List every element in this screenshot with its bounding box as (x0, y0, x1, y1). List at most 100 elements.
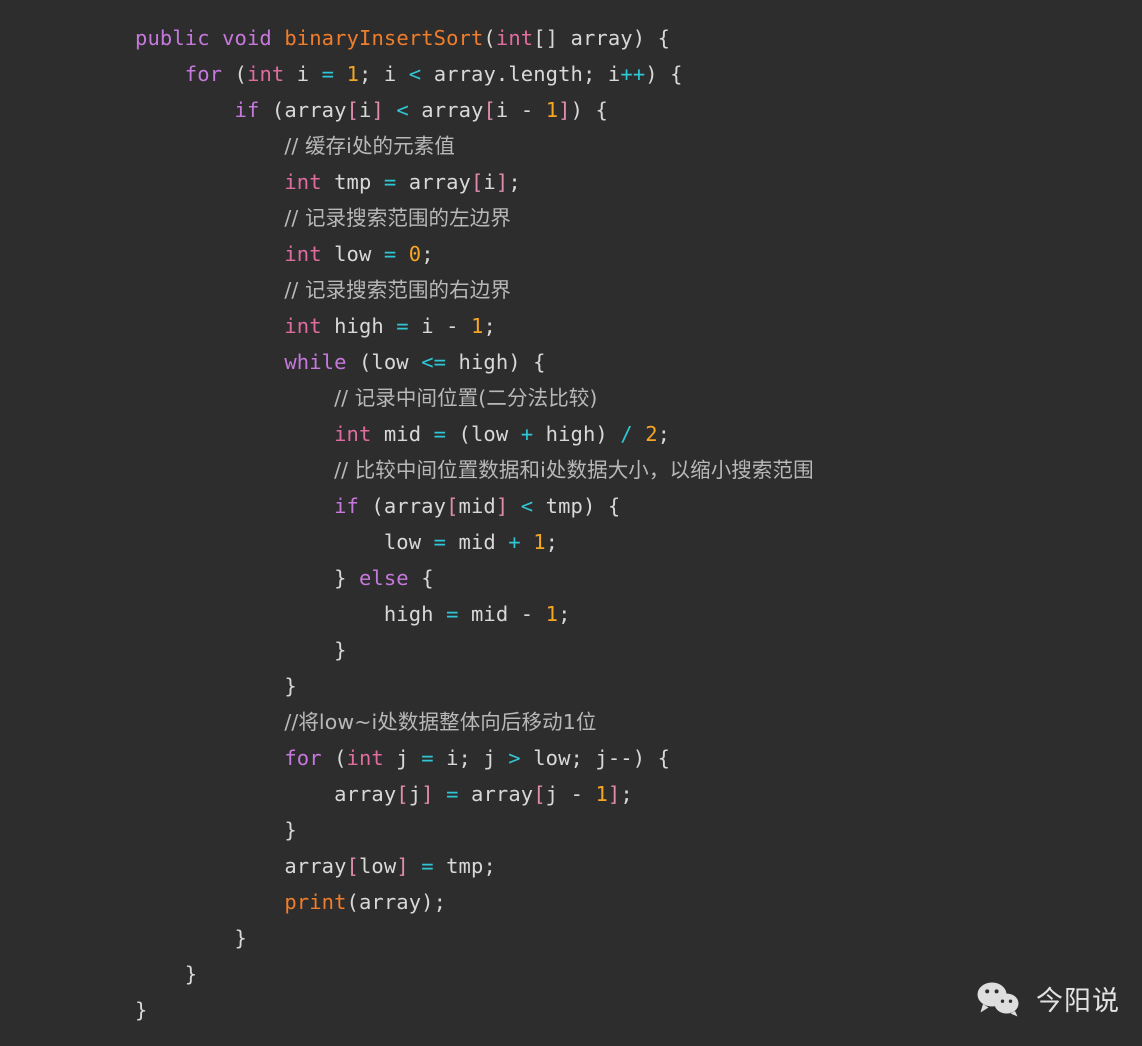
code-token-plain: j (408, 782, 422, 806)
code-line: array[low] = tmp; (135, 848, 814, 884)
code-token-plain: - (520, 98, 534, 122)
code-line: for (int i = 1; i < array.length; i++) { (135, 56, 814, 92)
code-token-method: binaryInsertSort (284, 26, 484, 50)
code-token-number: 1 (346, 62, 360, 86)
code-line: int mid = (low + high) / 2; (135, 416, 814, 452)
code-token-bracket: [ (446, 494, 459, 518)
code-token-bracket: [ (396, 782, 409, 806)
code-token-plain: mid (458, 494, 496, 518)
code-token-bracket: ] (495, 494, 509, 518)
code-token-keyword: else (358, 566, 409, 590)
code-token-punct: ; (483, 314, 496, 338)
code-token-operator: + (508, 530, 521, 554)
code-line: print(array); (135, 884, 814, 920)
code-token-type: int (284, 242, 322, 266)
code-token-punct: ; (421, 242, 434, 266)
code-token-operator: = (446, 602, 459, 626)
code-token-punct: ; (620, 782, 633, 806)
code-token-plain: - (520, 602, 534, 626)
code-token-punct: ; (558, 602, 571, 626)
code-token-plain: (array (259, 98, 347, 122)
wechat-icon (976, 981, 1022, 1017)
code-line: // 记录搜索范围的右边界 (135, 272, 814, 308)
code-token-operator: + (520, 422, 534, 446)
code-token-number: 1 (470, 314, 484, 338)
code-token-plain: - (570, 782, 584, 806)
code-token-punct: ; (545, 530, 559, 554)
code-line: //将low~i处数据整体向后移动1位 (135, 704, 814, 740)
code-line: for (int j = i; j > low; j--) { (135, 740, 814, 776)
code-token-plain: j (383, 746, 422, 770)
code-token-operator: > (508, 746, 521, 770)
code-line: } (135, 632, 814, 668)
watermark: 今阳说 (976, 979, 1120, 1018)
code-token-punct: } (135, 998, 148, 1022)
code-line: int low = 0; (135, 236, 814, 272)
code-token-number: 1 (545, 602, 559, 626)
code-token-bracket: ] (396, 854, 409, 878)
code-token-comment: //将low~i处数据整体向后移动1位 (284, 710, 597, 734)
code-token-number: 1 (595, 782, 608, 806)
code-token-plain: high (321, 314, 397, 338)
code-line: high = mid - 1; (135, 596, 814, 632)
code-token-punct: ) { (645, 62, 683, 86)
code-token-keyword: for (184, 62, 223, 86)
code-token-plain: low (358, 854, 397, 878)
code-token-type: int (284, 170, 322, 194)
code-token-plain: i (359, 98, 372, 122)
code-token-punct: ) { (632, 26, 671, 50)
code-token-plain: (low (346, 350, 422, 374)
code-listing: public void binaryInsertSort(int[] array… (135, 20, 814, 1028)
code-token-plain: -- (607, 746, 633, 770)
code-token-bracket: [ (483, 98, 496, 122)
code-line: } else { (135, 560, 814, 596)
code-token-bracket: [ (346, 98, 359, 122)
code-line: if (array[mid] < tmp) { (135, 488, 814, 524)
code-token-number: 1 (545, 98, 559, 122)
code-token-plain: low (321, 242, 384, 266)
code-token-plain: (array (358, 494, 447, 518)
code-token-plain: i (495, 98, 521, 122)
code-token-plain: high (383, 602, 447, 626)
code-token-operator: / (620, 422, 633, 446)
code-token-keyword: for (284, 746, 322, 770)
code-token-operator: = (421, 854, 434, 878)
code-token-type: int (346, 746, 384, 770)
code-token-type: int (334, 422, 372, 446)
code-token-bracket: ] (558, 98, 571, 122)
code-token-operator: < (520, 494, 534, 518)
code-token-plain: low (383, 530, 434, 554)
code-token-plain: tmp) { (533, 494, 621, 518)
code-token-plain: array (570, 26, 633, 50)
code-token-punct: { (408, 566, 434, 590)
watermark-label: 今阳说 (1036, 986, 1120, 1017)
code-token-bracket: ] (495, 170, 509, 194)
code-token-plain: array.length; i (421, 62, 621, 86)
code-token-plain: i (408, 314, 447, 338)
code-line: } (135, 992, 814, 1028)
code-token-bracket: [ (346, 854, 359, 878)
code-token-operator: = (433, 422, 447, 446)
code-screenshot: public void binaryInsertSort(int[] array… (0, 0, 1142, 1046)
code-line: } (135, 920, 814, 956)
code-token-keyword: if (234, 98, 260, 122)
code-token-comment: // 记录搜索范围的左边界 (284, 206, 511, 230)
